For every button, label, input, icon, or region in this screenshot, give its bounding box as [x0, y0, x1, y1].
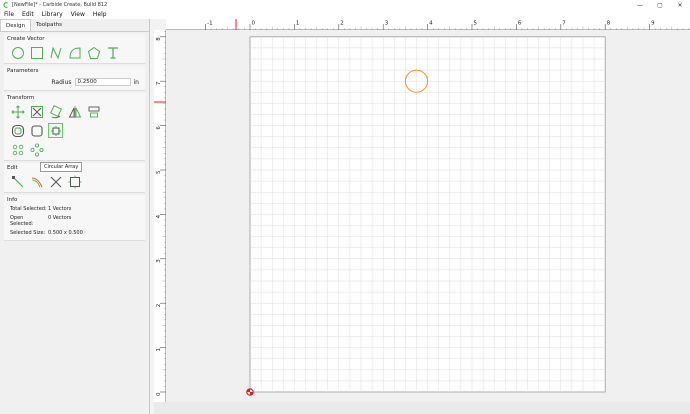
node-edit-icon[interactable]: [10, 174, 25, 189]
open-selected-value: 0 Vectors: [48, 215, 72, 221]
ruler-top-label: 1: [296, 21, 300, 27]
close-button[interactable]: ✕: [670, 0, 690, 10]
ruler-corner: [154, 19, 166, 30]
rotate-icon[interactable]: [48, 104, 63, 119]
create-vector-section: Create Vector: [4, 34, 145, 64]
title-bar: [NewFile]* - Carbide Create, Build 812 —…: [0, 0, 690, 10]
align-icon[interactable]: [86, 104, 101, 119]
ruler-top-label: -1: [207, 21, 212, 27]
window-title: [NewFile]* - Carbide Create, Build 812: [12, 2, 108, 8]
ruler-top-label: 3: [385, 21, 389, 27]
ruler-left-label: 3: [156, 259, 162, 263]
ruler-left-label: 6: [156, 126, 162, 130]
total-selected-label: Total Selected:: [10, 206, 47, 212]
polygon-tool-icon[interactable]: [86, 45, 101, 60]
ruler-left-label: 4: [156, 214, 162, 218]
selected-size-label: Selected Size:: [10, 230, 46, 236]
ruler-top-label: 8: [607, 21, 611, 27]
ruler-top-label: 4: [429, 21, 433, 27]
tab-toolpaths[interactable]: Toolpaths: [31, 19, 67, 31]
ruler-top-label: 6: [518, 21, 522, 27]
menu-help[interactable]: Help: [93, 11, 107, 18]
menu-file[interactable]: File: [4, 11, 14, 18]
tab-design[interactable]: Design: [0, 19, 31, 31]
ruler-top-label: 0: [252, 21, 256, 27]
design-canvas[interactable]: [166, 30, 690, 402]
menu-bar: File Edit Library View Help: [0, 10, 690, 19]
minimize-button[interactable]: —: [630, 0, 650, 10]
linear-array-icon[interactable]: [48, 123, 63, 138]
ruler-left-label: 0: [156, 392, 162, 396]
info-title: Info: [7, 197, 18, 203]
ruler-top-label: 7: [562, 21, 566, 27]
maximize-button[interactable]: ▢: [650, 0, 670, 10]
info-section: Info Total Selected: 1 Vectors Open Sele…: [4, 195, 145, 241]
ruler-top-label: 2: [340, 21, 344, 27]
ruler-left-scale: 8 7 6 5 4 3 2 1 0: [154, 31, 166, 396]
radius-unit: in: [133, 78, 139, 86]
bottom-strip: [154, 402, 690, 414]
open-selected-label: Open Selected:: [10, 215, 34, 227]
join-vectors-icon[interactable]: [29, 174, 44, 189]
transform-title: Transform: [7, 95, 35, 101]
ruler-left-label: 7: [156, 81, 162, 85]
transform-section: Transform: [4, 93, 145, 161]
circle-tool-icon[interactable]: [10, 45, 25, 60]
rectangle-tool-icon[interactable]: [29, 45, 44, 60]
boolean-icon[interactable]: [67, 174, 82, 189]
move-icon[interactable]: [10, 104, 25, 119]
create-vector-title: Create Vector: [7, 36, 45, 42]
canvas-drawing[interactable]: [166, 30, 690, 402]
scale-icon[interactable]: [29, 104, 44, 119]
selected-size-value: 0.500 x 0.500: [48, 230, 83, 236]
ruler-top-label: 9: [651, 21, 655, 27]
ruler-left[interactable]: 8 7 6 5 4 3 2 1 0: [154, 30, 166, 402]
offset-icon[interactable]: [10, 123, 25, 138]
circular-array-tooltip: Circular Array: [40, 162, 83, 172]
fillet-icon[interactable]: [29, 123, 44, 138]
ruler-left-label: 8: [156, 37, 162, 41]
menu-view[interactable]: View: [71, 11, 85, 18]
left-panel: Design Toolpaths Create Vector Parameter…: [0, 19, 150, 414]
ruler-left-label: 5: [156, 170, 162, 174]
ruler-top-scale: -1 0 1 2 3 4 5 6 7 8 9: [205, 19, 689, 30]
radius-label: Radius: [51, 78, 72, 86]
menu-library[interactable]: Library: [42, 11, 63, 18]
parameters-title: Parameters: [7, 68, 39, 74]
radius-input[interactable]: 0.2500: [74, 78, 131, 86]
curve-tool-icon[interactable]: [67, 45, 82, 60]
ruler-left-label: 2: [156, 304, 162, 308]
ruler-top[interactable]: -1 0 1 2 3 4 5 6 7 8 9: [166, 19, 690, 30]
grid-array-icon[interactable]: [10, 142, 25, 157]
panel-tabs: Design Toolpaths: [0, 19, 149, 32]
ruler-left-label: 1: [156, 348, 162, 352]
polyline-tool-icon[interactable]: [48, 45, 63, 60]
text-tool-icon[interactable]: [105, 45, 120, 60]
ruler-top-label: 5: [474, 21, 478, 27]
menu-edit[interactable]: Edit: [22, 11, 34, 18]
mirror-icon[interactable]: [67, 104, 82, 119]
parameters-section: Parameters Radius 0.2500 in: [4, 66, 145, 91]
total-selected-value: 1 Vectors: [48, 206, 72, 212]
trim-icon[interactable]: [48, 174, 63, 189]
app-logo-icon: [3, 2, 8, 8]
circular-array-icon[interactable]: [29, 142, 44, 157]
